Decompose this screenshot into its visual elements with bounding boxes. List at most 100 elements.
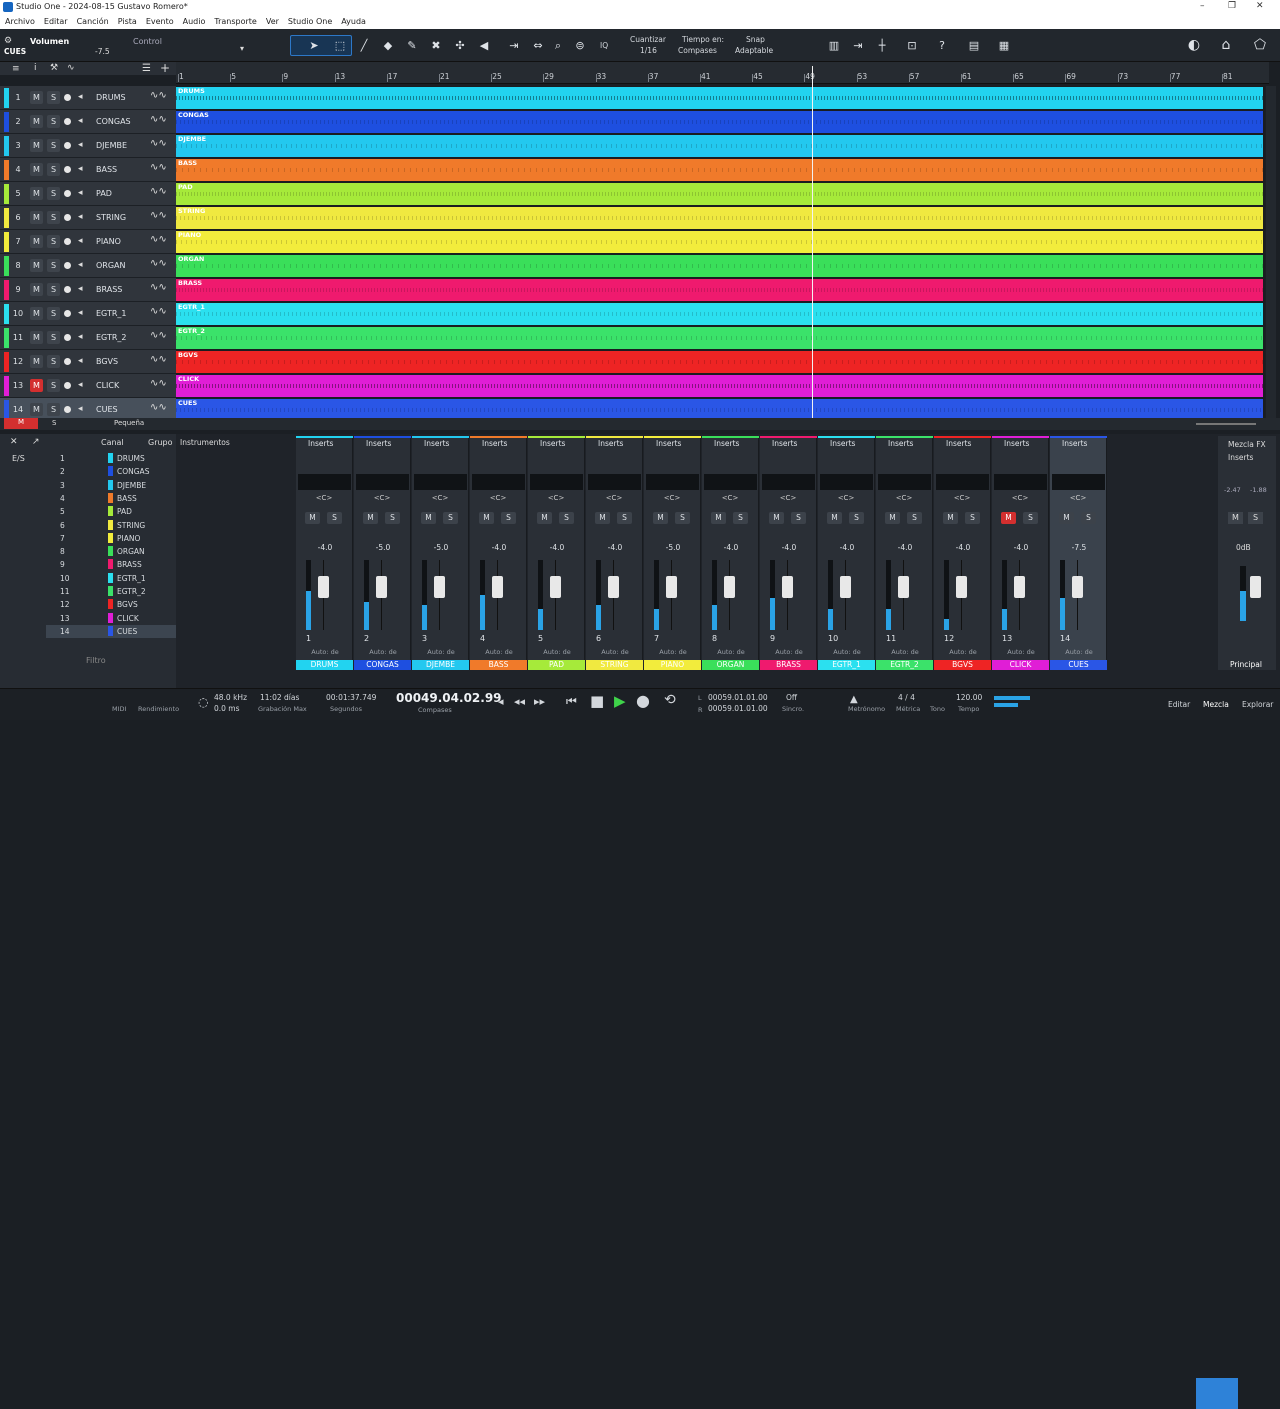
track-header[interactable]: 6 M S ◂ STRING ∿∿ <box>0 206 176 230</box>
volume-fader[interactable] <box>550 576 561 598</box>
track-header[interactable]: 3 M S ◂ DJEMBE ∿∿ <box>0 134 176 158</box>
pan-knob[interactable]: <C> <box>774 494 802 504</box>
rewind-start-icon[interactable]: ◂ <box>498 695 504 708</box>
home-icon[interactable]: ⌂ <box>1218 37 1234 53</box>
track-lane-event[interactable]: CUES <box>176 399 1263 418</box>
record-arm-icon[interactable] <box>64 310 71 317</box>
waveform-icon[interactable]: ∿∿ <box>150 282 167 293</box>
midi-label[interactable]: MIDI <box>112 705 126 713</box>
arrange-view[interactable]: DRUMS CONGAS DJEMBE BASS PAD STRING PIANO ORGAN… <box>176 86 1265 418</box>
pan-knob[interactable]: <C> <box>484 494 512 504</box>
track-lane-event[interactable]: CLICK <box>176 375 1263 397</box>
menu-cancion[interactable]: Canción <box>77 17 109 26</box>
track-solo-button[interactable]: S <box>47 163 60 176</box>
track-solo-button[interactable]: S <box>47 139 60 152</box>
track-header[interactable]: 13 M S ◂ CLICK ∿∿ <box>0 374 176 398</box>
strip-solo-button[interactable]: S <box>675 512 690 524</box>
track-lane-event[interactable]: STRING <box>176 207 1263 229</box>
strip-name[interactable]: CUES <box>1050 660 1107 670</box>
strip-solo-button[interactable]: S <box>327 512 342 524</box>
inserts-button[interactable]: Inserts <box>818 438 875 450</box>
strip-solo-button[interactable]: S <box>501 512 516 524</box>
filter-input[interactable]: Filtro <box>86 656 106 665</box>
strip-mute-button[interactable]: M <box>885 512 900 524</box>
record-icon[interactable]: ● <box>636 691 650 710</box>
play-icon[interactable]: ▶ <box>614 692 626 710</box>
track-solo-button[interactable]: S <box>47 331 60 344</box>
record-arm-icon[interactable] <box>64 334 71 341</box>
playhead[interactable] <box>812 66 813 418</box>
pan-knob[interactable]: <C> <box>658 494 686 504</box>
strip-mute-button[interactable]: M <box>305 512 320 524</box>
automation-icon[interactable]: ∿ <box>67 63 75 73</box>
channel-list-item[interactable]: 4 BASS <box>46 492 176 505</box>
strip-volume[interactable]: -4.0 <box>540 543 574 552</box>
automation-mode[interactable]: Auto: de <box>362 648 404 657</box>
strip-volume[interactable]: -4.0 <box>308 543 342 552</box>
time-signature[interactable]: 4 / 4 <box>898 693 915 702</box>
track-solo-button[interactable]: S <box>47 307 60 320</box>
strip-mute-button[interactable]: M <box>1059 512 1074 524</box>
waveform-icon[interactable]: ∿∿ <box>150 210 167 221</box>
record-arm-icon[interactable] <box>64 94 71 101</box>
track-name[interactable]: DRUMS <box>96 93 126 102</box>
seconds-label[interactable]: Segundos <box>330 705 362 713</box>
strip-name[interactable]: EGTR_2 <box>876 660 933 670</box>
eraser-tool-icon[interactable]: ◆ <box>380 38 396 54</box>
monitor-icon[interactable]: ◂ <box>78 236 83 246</box>
main-mute-button[interactable]: M <box>1228 512 1243 524</box>
strip-mute-button[interactable]: M <box>711 512 726 524</box>
waveform-icon[interactable]: ∿∿ <box>150 114 167 125</box>
track-name[interactable]: STRING <box>96 213 126 222</box>
waveform-icon[interactable]: ∿∿ <box>150 354 167 365</box>
track-lane-event[interactable]: PAD <box>176 183 1263 205</box>
wrench-icon[interactable]: ⚙ <box>4 36 12 46</box>
track-lane-event[interactable]: CONGAS <box>176 111 1263 133</box>
track-lane-event[interactable]: EGTR_1 <box>176 303 1263 325</box>
inserts-button[interactable]: Inserts <box>586 438 643 450</box>
send-slot[interactable] <box>356 474 409 490</box>
volume-fader[interactable] <box>666 576 677 598</box>
snap-value[interactable]: Adaptable <box>735 46 773 55</box>
video-icon[interactable]: ▤ <box>966 38 982 54</box>
track-solo-button[interactable]: S <box>47 91 60 104</box>
record-arm-icon[interactable] <box>64 166 71 173</box>
track-mute-button[interactable]: M <box>30 259 43 272</box>
volume-fader[interactable] <box>608 576 619 598</box>
strip-name[interactable]: BGVS <box>934 660 991 670</box>
channel-list-item[interactable]: 6 STRING <box>46 519 176 532</box>
strip-volume[interactable]: -4.0 <box>772 543 806 552</box>
strip-name[interactable]: DJEMBE <box>412 660 469 670</box>
minimize-button[interactable]: – <box>1200 1 1205 11</box>
strip-name[interactable]: EGTR_1 <box>818 660 875 670</box>
strip-name[interactable]: PIANO <box>644 660 701 670</box>
send-slot[interactable] <box>530 474 583 490</box>
inserts-button[interactable]: Inserts <box>934 438 991 450</box>
io-button[interactable]: E/S <box>12 454 25 463</box>
listen-tool-icon[interactable]: ◀ <box>476 38 492 54</box>
track-lane-event[interactable]: BRASS <box>176 279 1263 301</box>
track-header[interactable]: 1 M S ◂ DRUMS ∿∿ <box>0 86 176 110</box>
bend-tool-icon[interactable]: ✣ <box>452 38 468 54</box>
track-header[interactable]: 5 M S ◂ PAD ∿∿ <box>0 182 176 206</box>
track-mute-button[interactable]: M <box>30 91 43 104</box>
send-slot[interactable] <box>1052 474 1105 490</box>
channel-list-item[interactable]: 3 DJEMBE <box>46 479 176 492</box>
mix-button-bg[interactable] <box>1196 1378 1238 1409</box>
rewind-icon[interactable]: ◂◂ <box>514 695 525 708</box>
record-arm-icon[interactable] <box>64 406 71 413</box>
footer-m-button[interactable]: M <box>4 418 38 429</box>
strip-volume[interactable]: -4.0 <box>598 543 632 552</box>
send-slot[interactable] <box>936 474 989 490</box>
chevron-down-icon[interactable]: ▾ <box>240 44 244 53</box>
time-seconds[interactable]: 00:01:37.749 <box>326 693 376 702</box>
automation-mode[interactable]: Auto: de <box>710 648 752 657</box>
close-button[interactable]: ✕ <box>1256 1 1264 11</box>
pan-knob[interactable]: <C> <box>542 494 570 504</box>
menu-audio[interactable]: Audio <box>183 17 206 26</box>
volume-fader[interactable] <box>956 576 967 598</box>
auto-scroll-icon[interactable]: ⊜ <box>572 38 588 54</box>
list-icon[interactable]: ≡ <box>12 64 20 74</box>
track-header[interactable]: 9 M S ◂ BRASS ∿∿ <box>0 278 176 302</box>
inserts-button[interactable]: Inserts <box>992 438 1049 450</box>
